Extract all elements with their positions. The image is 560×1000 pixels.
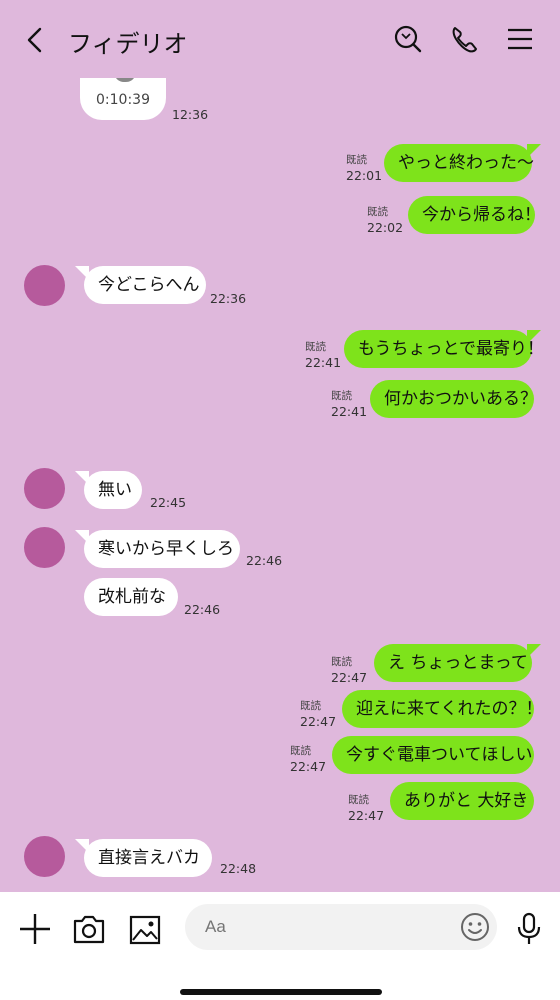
smiley-icon: [461, 913, 489, 941]
message-bubble-outgoing[interactable]: 今から帰るね！: [408, 196, 541, 234]
hamburger-menu-icon: [508, 28, 532, 50]
avatar[interactable]: [24, 265, 65, 306]
chat-area[interactable]: 0:10:39 12:36 やっと終わった～ 既読 22:01 今から帰るね！ 既…: [0, 0, 560, 892]
message-meta: 既読 22:01: [346, 154, 383, 183]
search-icon: [394, 25, 422, 53]
message-bubble-outgoing[interactable]: 迎えに来てくれたの？！: [342, 690, 543, 728]
message-time: 12:36: [172, 107, 209, 122]
phone-icon: [452, 27, 477, 53]
audio-duration: 0:10:39: [96, 92, 150, 108]
message-meta: 既読 22:41: [305, 341, 342, 370]
microphone-icon: [517, 912, 541, 944]
chat-header: フィデリオ: [0, 0, 560, 78]
message-bubble-outgoing[interactable]: 今すぐ電車ついてほしい: [332, 736, 534, 774]
avatar[interactable]: [24, 468, 65, 509]
message-bubble-incoming[interactable]: 寒いから早くしろ: [75, 530, 240, 568]
message-input-bar: [0, 892, 560, 1000]
audio-message-bubble[interactable]: 0:10:39: [80, 72, 166, 120]
camera-icon: [73, 915, 105, 944]
chevron-left-icon: [27, 27, 42, 53]
emoji-button[interactable]: [458, 910, 492, 944]
message-bubble-incoming[interactable]: 改札前な: [84, 578, 178, 616]
microphone-button[interactable]: [512, 910, 550, 948]
chat-title: フィデリオ: [68, 30, 188, 58]
image-icon: [129, 915, 161, 945]
message-bubble-outgoing[interactable]: もうちょっとで最寄り！: [344, 330, 544, 368]
message-bubble-outgoing[interactable]: 何かおつかいある？: [370, 380, 537, 418]
message-time: 22:46: [184, 602, 221, 617]
image-button[interactable]: [126, 910, 164, 948]
message-bubble-incoming[interactable]: 今どこらへん: [75, 266, 206, 304]
message-meta: 既読 22:47: [300, 700, 337, 729]
camera-button[interactable]: [70, 910, 108, 948]
call-button[interactable]: [448, 22, 480, 56]
message-bubble-outgoing[interactable]: ありがと 大好き: [390, 782, 534, 820]
message-meta: 既読 22:47: [348, 794, 385, 823]
message-input[interactable]: [185, 904, 497, 950]
plus-icon: [20, 914, 50, 944]
message-time: 22:45: [150, 495, 187, 510]
message-time: 22:46: [246, 553, 283, 568]
search-button[interactable]: [392, 22, 424, 56]
message-time: 22:36: [210, 291, 247, 306]
avatar[interactable]: [24, 527, 65, 568]
back-button[interactable]: [20, 22, 50, 58]
plus-button[interactable]: [16, 910, 54, 948]
message-bubble-outgoing[interactable]: え ちょっとまって: [374, 644, 541, 682]
message-meta: 既読 22:02: [367, 206, 404, 235]
avatar[interactable]: [24, 836, 65, 877]
message-time: 22:48: [220, 861, 257, 876]
message-meta: 既読 22:47: [290, 745, 327, 774]
message-bubble-outgoing[interactable]: やっと終わった～: [384, 144, 541, 182]
message-bubble-incoming[interactable]: 無い: [75, 471, 142, 509]
menu-button[interactable]: [504, 22, 536, 56]
message-meta: 既読 22:41: [331, 390, 368, 419]
message-bubble-incoming[interactable]: 直接言えバカ: [75, 839, 212, 877]
home-indicator: [180, 989, 382, 995]
message-meta: 既読 22:47: [331, 656, 368, 685]
